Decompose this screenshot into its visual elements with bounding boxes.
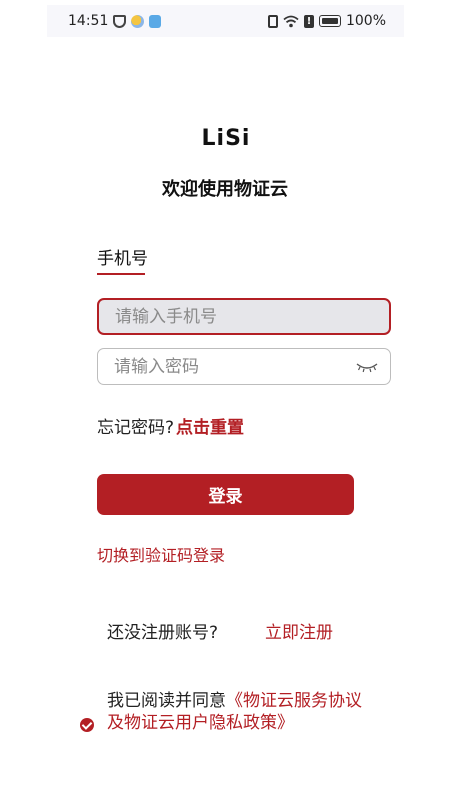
register-prompt: 还没注册账号? bbox=[107, 623, 219, 643]
app-notification-icon bbox=[149, 14, 162, 28]
tab-phone[interactable]: 手机号 bbox=[97, 244, 148, 269]
vibrate-icon bbox=[267, 14, 278, 28]
app-logo: LiSi bbox=[200, 125, 252, 151]
agreement-checkbox[interactable] bbox=[80, 718, 94, 732]
reset-password-link[interactable]: 点击重置 bbox=[176, 413, 244, 438]
tab-underline bbox=[97, 273, 145, 275]
agreement-prefix: 我已阅读并同意 bbox=[107, 691, 226, 711]
wifi-icon bbox=[283, 15, 299, 27]
phone-field[interactable] bbox=[97, 298, 391, 335]
logo-text: LiSi bbox=[201, 125, 251, 151]
agreement-text: 我已阅读并同意《物证云服务协议及物证云用户隐私政策》 bbox=[107, 690, 362, 734]
battery-icon bbox=[318, 15, 341, 27]
forgot-password-row: 忘记密码? 点击重置 bbox=[97, 413, 244, 438]
status-right: ! 100% bbox=[267, 13, 386, 29]
switch-to-code-login-link[interactable]: 切换到验证码登录 bbox=[97, 542, 225, 566]
shield-icon bbox=[113, 14, 127, 28]
register-link[interactable]: 立即注册 bbox=[265, 618, 333, 643]
password-input[interactable] bbox=[114, 356, 350, 377]
forgot-password-label: 忘记密码? bbox=[97, 418, 175, 438]
phone-input[interactable] bbox=[115, 306, 373, 327]
weather-icon bbox=[131, 14, 145, 28]
page-title: 欢迎使用物证云 bbox=[162, 179, 288, 200]
status-left: 14:51 bbox=[68, 13, 162, 29]
status-bar: 14:51 ! 100% bbox=[47, 5, 404, 37]
battery-level: 100% bbox=[345, 13, 386, 29]
login-button[interactable]: 登录 bbox=[97, 474, 354, 515]
status-time: 14:51 bbox=[68, 13, 109, 29]
eye-closed-icon[interactable] bbox=[356, 361, 378, 373]
alert-icon: ! bbox=[303, 14, 314, 28]
password-field[interactable] bbox=[97, 348, 391, 385]
